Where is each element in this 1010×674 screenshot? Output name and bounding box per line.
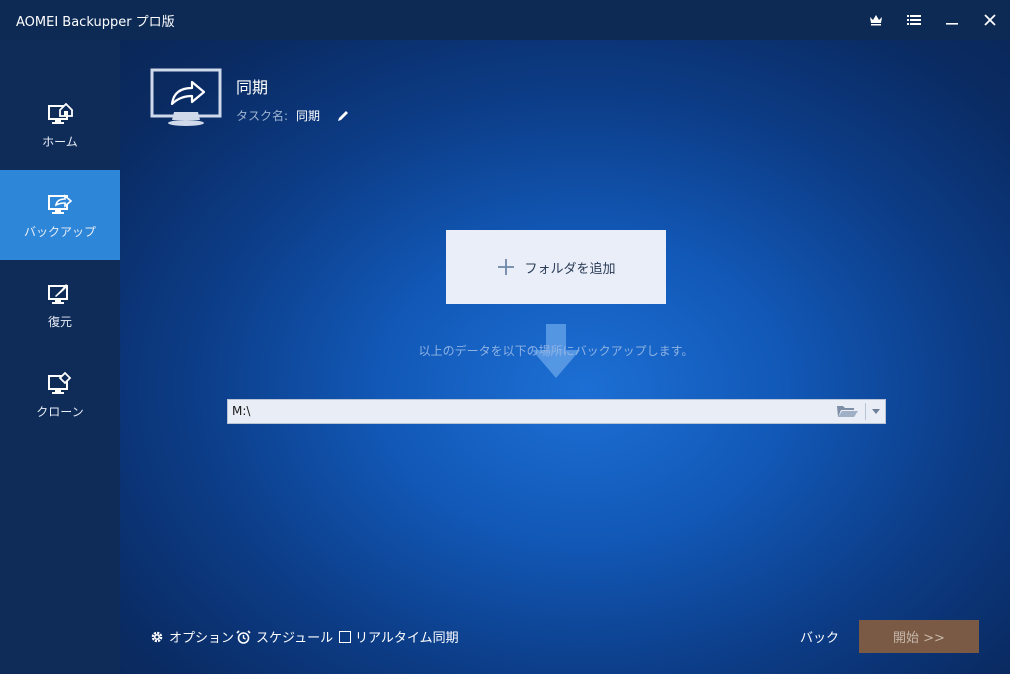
restore-monitor-icon bbox=[48, 283, 68, 304]
plus-icon bbox=[498, 259, 515, 275]
sidebar-item-label: ホーム bbox=[42, 134, 78, 149]
add-folder-button[interactable]: フォルダを追加 bbox=[446, 230, 666, 304]
alarm-clock-icon bbox=[236, 629, 251, 644]
home-monitor-icon bbox=[48, 102, 73, 124]
operation-title: 同期 bbox=[236, 78, 269, 97]
edit-pencil-icon[interactable] bbox=[336, 109, 350, 123]
chevron-down-icon[interactable] bbox=[868, 401, 884, 421]
backup-monitor-icon bbox=[48, 193, 73, 214]
minimize-icon[interactable] bbox=[942, 10, 962, 30]
options-label: オプション bbox=[169, 631, 235, 646]
schedule-button[interactable]: スケジュール bbox=[236, 627, 333, 646]
sidebar-item-label: バックアップ bbox=[23, 224, 96, 239]
schedule-label: スケジュール bbox=[256, 631, 334, 646]
close-icon[interactable] bbox=[980, 10, 1000, 30]
back-button[interactable]: バック bbox=[800, 627, 839, 646]
sidebar-item-home[interactable]: ホーム bbox=[0, 80, 120, 170]
main-panel: 同期 タスク名: 同期 フォルダを追加 以上のデータを以下の場所にバックアップし… bbox=[120, 40, 1010, 674]
app-title: AOMEI Backupper プロ版 bbox=[16, 15, 175, 30]
start-button[interactable]: 開始 >> bbox=[859, 620, 979, 653]
gear-icon bbox=[151, 631, 163, 642]
realtime-sync-option[interactable]: リアルタイム同期 bbox=[339, 627, 459, 646]
sidebar-item-restore[interactable]: 復元 bbox=[0, 260, 120, 350]
sidebar-item-label: 復元 bbox=[47, 314, 72, 329]
realtime-sync-label: リアルタイム同期 bbox=[355, 631, 459, 646]
sidebar: ホーム バックアップ 復元 クローン bbox=[0, 40, 120, 674]
folder-open-icon[interactable] bbox=[834, 401, 860, 421]
crown-icon[interactable] bbox=[866, 10, 886, 30]
clone-monitor-icon bbox=[48, 371, 72, 394]
sidebar-item-clone[interactable]: クローン bbox=[0, 350, 120, 440]
task-name-value: 同期 bbox=[296, 109, 321, 123]
destination-input[interactable] bbox=[232, 402, 822, 420]
options-button[interactable]: オプション bbox=[150, 627, 234, 646]
dropdown-separator bbox=[865, 403, 866, 420]
sidebar-item-backup[interactable]: バックアップ bbox=[0, 170, 120, 260]
add-folder-label: フォルダを追加 bbox=[524, 261, 616, 277]
realtime-sync-checkbox[interactable] bbox=[339, 630, 351, 643]
task-name-row: タスク名: 同期 bbox=[236, 107, 350, 124]
destination-hint: 以上のデータを以下の場所にバックアップします。 bbox=[418, 344, 694, 358]
title-bar: AOMEI Backupper プロ版 bbox=[0, 0, 1010, 41]
task-name-label: タスク名: bbox=[236, 109, 289, 123]
menu-icon[interactable] bbox=[904, 10, 924, 30]
sidebar-item-label: クローン bbox=[36, 404, 84, 419]
destination-field[interactable] bbox=[227, 399, 886, 424]
sync-monitor-icon bbox=[150, 68, 222, 126]
